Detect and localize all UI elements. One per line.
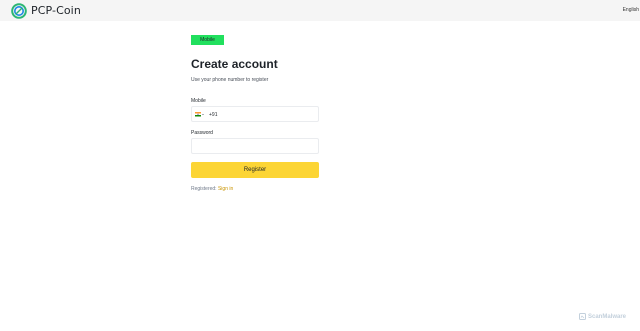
password-input[interactable] — [196, 141, 316, 153]
mobile-label: Mobile — [191, 98, 206, 104]
mobile-input[interactable] — [220, 109, 316, 121]
mobile-field: +91 — [191, 106, 319, 122]
password-label: Password — [191, 130, 213, 136]
india-flag-icon[interactable] — [195, 112, 201, 117]
password-field — [191, 138, 319, 154]
page-subtitle: Use your phone number to register — [191, 77, 269, 83]
country-code[interactable]: +91 — [209, 112, 217, 119]
sign-in-link[interactable]: Sign in — [218, 186, 233, 192]
language-selector[interactable]: English — [623, 7, 639, 14]
scanmalware-logo-icon — [579, 313, 586, 320]
pcp-coin-logo-icon[interactable] — [11, 3, 27, 19]
scanmalware-watermark: ScanMalware — [579, 312, 626, 321]
caret-down-icon[interactable] — [202, 113, 204, 115]
tab-mobile[interactable]: Mobile — [191, 35, 224, 45]
register-button[interactable]: Register — [191, 162, 319, 178]
top-navbar: PCP-Coin English — [0, 0, 640, 21]
watermark-text: ScanMalware — [588, 313, 627, 320]
registered-prompt: Registered: Sign in — [191, 186, 233, 193]
page-title: Create account — [191, 57, 278, 71]
registered-text: Registered: — [191, 186, 218, 192]
brand-name[interactable]: PCP-Coin — [31, 4, 81, 17]
